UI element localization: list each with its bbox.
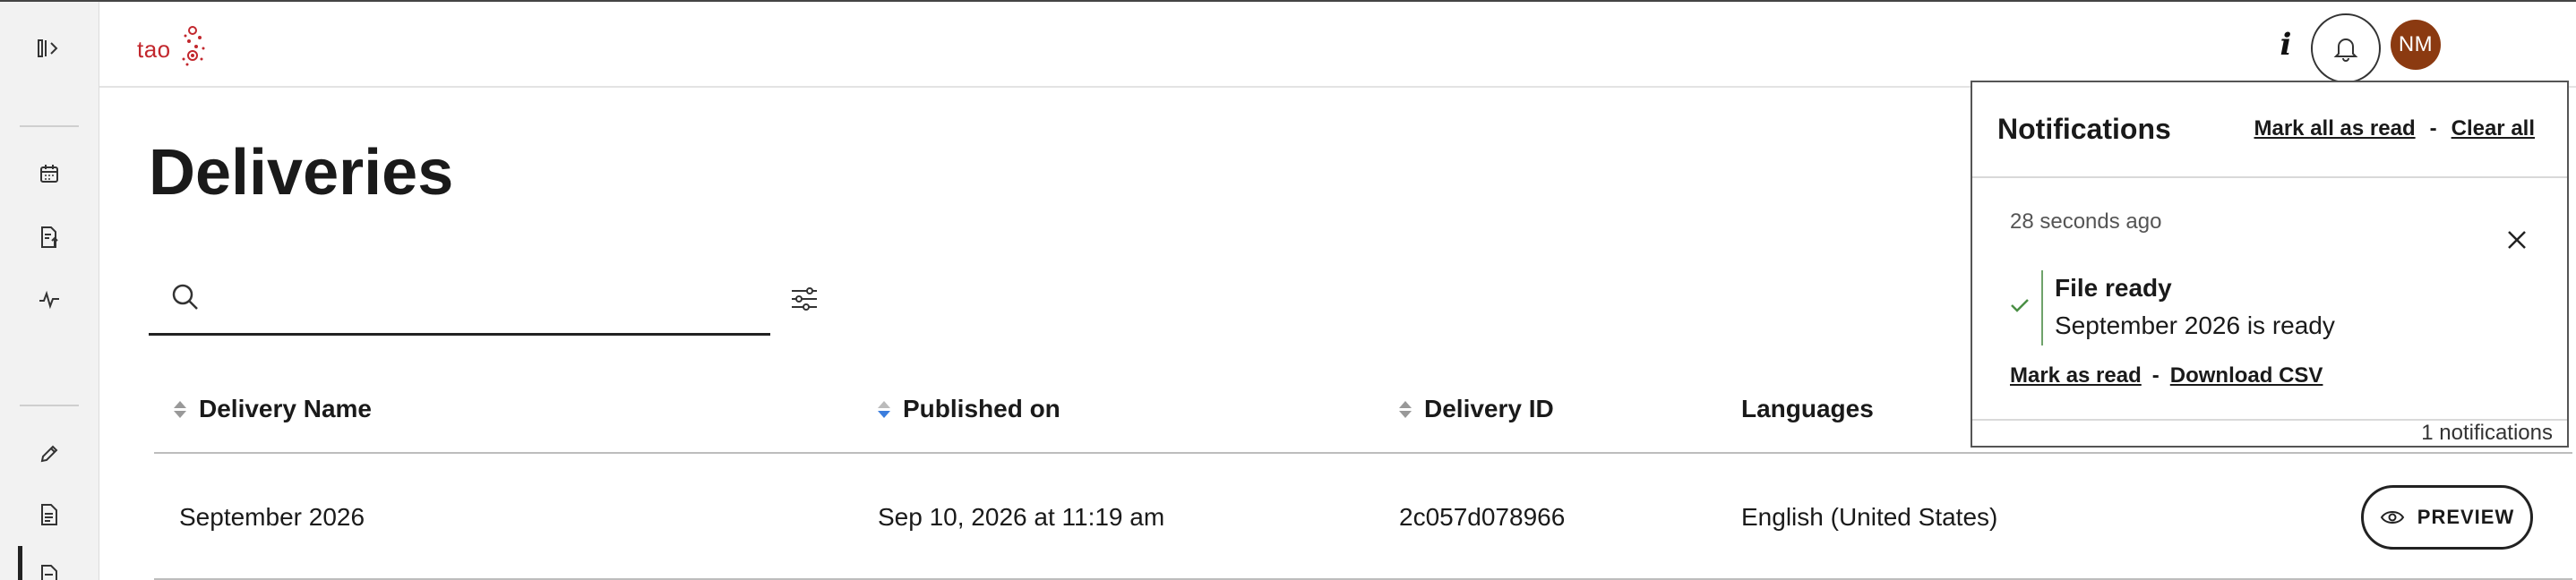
avatar[interactable]: NM: [2391, 20, 2441, 70]
preview-label: PREVIEW: [2417, 506, 2515, 528]
mark-all-read-link[interactable]: Mark all as read: [2254, 116, 2416, 141]
separator: -: [2151, 363, 2160, 388]
column-header-languages: Languages: [1741, 369, 1874, 449]
sidebar: [0, 2, 99, 580]
sort-icon: [174, 400, 186, 418]
sort-desc-icon: [878, 400, 890, 418]
sort-icon: [1399, 400, 1412, 418]
logo-dots-icon: [182, 26, 205, 66]
download-csv-link[interactable]: Download CSV: [2170, 363, 2323, 388]
cell-delivery-name: September 2026: [179, 503, 365, 531]
cell-languages: English (United States): [1741, 503, 1998, 531]
document-active-icon[interactable]: [34, 560, 64, 580]
notifications-footer: 1 notifications: [1972, 419, 2567, 446]
notifications-header: Notifications Mark all as read - Clear a…: [1972, 82, 2567, 178]
mark-as-read-link[interactable]: Mark as read: [2010, 363, 2142, 388]
notification-title: File ready: [2055, 274, 2172, 302]
notification-actions: Mark as read - Download CSV: [2010, 363, 2323, 388]
filter-sliders-icon: [792, 287, 817, 311]
notification-message: September 2026 is ready: [2055, 311, 2335, 339]
cell-published-on: Sep 10, 2026 at 11:19 am: [878, 503, 1165, 531]
preview-button[interactable]: PREVIEW: [2361, 485, 2533, 550]
sidebar-divider: [20, 125, 79, 127]
column-header-label: Languages: [1741, 395, 1874, 422]
filter-button[interactable]: [786, 281, 822, 317]
pencil-icon[interactable]: [34, 439, 64, 469]
notifications-button[interactable]: [2311, 13, 2381, 83]
notifications-count: 1 notifications: [2421, 421, 2553, 445]
document-upload-icon[interactable]: [34, 222, 64, 252]
notifications-panel: Notifications Mark all as read - Clear a…: [1971, 81, 2569, 448]
column-header-label: Delivery Name: [199, 395, 373, 422]
eye-icon: [2380, 511, 2404, 524]
column-header-delivery-id[interactable]: Delivery ID: [1399, 369, 1554, 449]
page-title: Deliveries: [149, 137, 454, 209]
collapse-sidebar-icon[interactable]: [34, 33, 64, 64]
search-box: [149, 266, 770, 336]
calendar-icon[interactable]: [34, 158, 64, 189]
notifications-actions: Mark all as read - Clear all: [2254, 116, 2536, 141]
notification-time: 28 seconds ago: [2010, 209, 2162, 234]
table-row[interactable]: September 2026 Sep 10, 2026 at 11:19 am …: [154, 455, 2572, 580]
sidebar-active-indicator: [18, 546, 22, 580]
top-header: tao: [99, 2, 2576, 88]
search-icon: [170, 282, 201, 317]
column-header-published-on[interactable]: Published on: [878, 369, 1060, 449]
column-header-label: Published on: [903, 395, 1060, 422]
bell-icon: [2333, 38, 2358, 62]
logo-text: tao: [137, 36, 171, 63]
table-header-divider: [154, 452, 2572, 454]
cell-delivery-id: 2c057d078966: [1399, 503, 1566, 531]
check-icon: [2010, 297, 2030, 318]
close-icon[interactable]: [2499, 222, 2535, 258]
info-button[interactable]: i: [2264, 23, 2307, 66]
separator: -: [2429, 116, 2437, 141]
clear-all-link[interactable]: Clear all: [2451, 116, 2535, 141]
notification-status-bar: [2041, 270, 2043, 345]
search-input[interactable]: [211, 273, 749, 327]
document-icon[interactable]: [34, 499, 64, 530]
tao-logo[interactable]: tao: [137, 20, 209, 70]
sidebar-divider: [20, 405, 79, 406]
column-header-delivery-name[interactable]: Delivery Name: [174, 369, 372, 449]
activity-icon[interactable]: [34, 285, 64, 315]
column-header-label: Delivery ID: [1424, 395, 1554, 422]
notifications-title: Notifications: [1997, 113, 2171, 145]
